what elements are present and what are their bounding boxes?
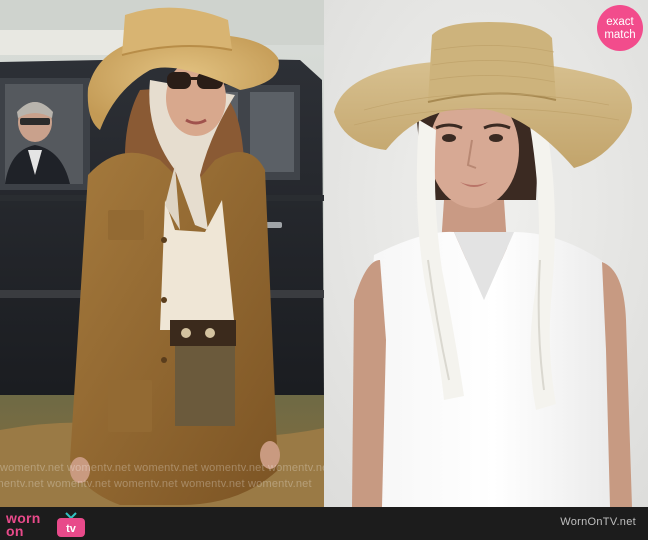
badge-line-2: match <box>604 29 636 41</box>
footer-bar: worn on tv WornOnTV.net <box>0 507 648 540</box>
watermark-row: womentv.net womentv.net womentv.net wome… <box>0 462 324 474</box>
badge-line-1: exact <box>606 16 634 28</box>
logo-tv-text: tv <box>66 523 77 535</box>
tv-icon: tv <box>57 512 85 537</box>
right-product-photo <box>324 0 648 507</box>
logo-word-on: on <box>6 523 24 539</box>
wornontv-logo[interactable]: worn on tv <box>6 510 86 539</box>
left-scene-photo: womentv.net womentv.net womentv.net wome… <box>0 0 324 507</box>
site-url[interactable]: WornOnTV.net <box>560 516 636 528</box>
exact-match-badge: exact match <box>597 5 643 51</box>
watermark-row: womentv.net womentv.net womentv.net wome… <box>0 478 312 490</box>
